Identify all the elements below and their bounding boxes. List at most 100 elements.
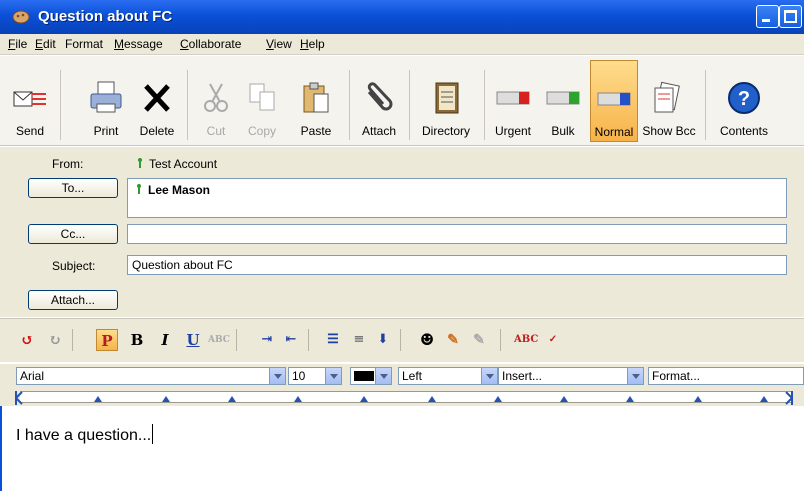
from-value: Test Account <box>137 157 217 171</box>
strikethrough-icon: ABC <box>208 335 230 345</box>
font-size-select[interactable]: 10 <box>288 367 342 385</box>
delete-button[interactable]: Delete <box>133 68 181 144</box>
format-select[interactable]: Format... <box>648 367 804 385</box>
paste-label: Paste <box>300 124 332 138</box>
window-title: Question about FC <box>38 8 173 25</box>
toolbar-separator <box>308 329 309 351</box>
menu-message[interactable]: Message <box>114 37 163 51</box>
copy-button[interactable]: Copy <box>242 68 282 144</box>
menu-collaborate[interactable]: Collaborate <box>180 37 241 51</box>
message-body-text: I have a question... <box>16 424 154 445</box>
undo-button[interactable]: ↺ <box>16 329 38 351</box>
contents-label: Contents <box>719 124 769 138</box>
bulk-button[interactable]: Bulk <box>540 68 586 144</box>
contents-button[interactable]: ? Contents <box>712 68 776 144</box>
print-label: Print <box>93 124 119 138</box>
alignment-select[interactable]: Left <box>398 367 498 385</box>
emoticon-icon: ☻ <box>419 330 435 349</box>
menu-help[interactable]: Help <box>300 37 325 51</box>
redo-button[interactable]: ↻ <box>44 329 66 351</box>
tab-stop[interactable] <box>428 396 436 402</box>
tab-stop[interactable] <box>626 396 634 402</box>
font-family-select[interactable]: Arial <box>16 367 286 385</box>
spell-check-button[interactable]: ABC <box>514 329 538 351</box>
insert-select[interactable]: Insert... <box>498 367 644 385</box>
menu-view[interactable]: View <box>266 37 292 51</box>
paragraph-style-button[interactable]: P <box>96 329 118 351</box>
copy-icon <box>249 83 275 111</box>
underline-button[interactable]: U <box>182 329 204 351</box>
print-button[interactable]: Print <box>82 68 130 144</box>
menu-format[interactable]: Format <box>65 37 103 51</box>
insert-break-button[interactable]: ⬇ <box>372 329 394 351</box>
svg-text:?: ? <box>738 88 750 110</box>
ruler[interactable] <box>0 388 804 406</box>
tab-stop[interactable] <box>228 396 236 402</box>
maximize-button[interactable] <box>779 5 802 28</box>
tab-stop[interactable] <box>294 396 302 402</box>
chevron-down-icon[interactable] <box>325 368 341 384</box>
highlight-button[interactable]: ✎ <box>442 329 464 351</box>
subject-field[interactable]: Question about FC <box>127 255 787 275</box>
indent-button[interactable]: ⇥ <box>256 329 278 351</box>
text-color-select[interactable] <box>350 367 392 385</box>
to-field[interactable]: Lee Mason <box>127 178 787 218</box>
chevron-down-icon[interactable] <box>627 368 643 384</box>
cc-field[interactable] <box>127 224 787 244</box>
urgent-flag-icon <box>496 91 530 105</box>
normal-button[interactable]: Normal <box>590 60 638 142</box>
font-family-value: Arial <box>20 369 45 383</box>
message-body-editor[interactable]: I have a question... <box>0 406 804 491</box>
menu-edit[interactable]: Edit <box>35 37 56 51</box>
person-icon <box>136 184 142 194</box>
tab-stop[interactable] <box>694 396 702 402</box>
tab-stop[interactable] <box>360 396 368 402</box>
bullet-list-button[interactable]: ☰ <box>322 329 344 351</box>
outdent-icon: ⇤ <box>285 332 297 347</box>
chevron-down-icon[interactable] <box>481 368 497 384</box>
formatting-toolbar: ↺ ↻ P B I U ABC ⇥ ⇤ ☰ ≡ ⬇ ☻ ✎ ✎ ABC ✓ <box>0 318 804 362</box>
insert-value: Insert... <box>502 369 543 383</box>
urgent-button[interactable]: Urgent <box>490 68 536 144</box>
to-recipient: Lee Mason <box>136 183 210 197</box>
menu-file[interactable]: File <box>8 37 27 51</box>
tab-stop[interactable] <box>162 396 170 402</box>
chevron-down-icon[interactable] <box>269 368 285 384</box>
numbered-list-button[interactable]: ≡ <box>348 329 370 351</box>
italic-button[interactable]: I <box>154 329 176 351</box>
menu-bar: File Edit Format Message Collaborate Vie… <box>0 34 804 55</box>
indent-icon: ⇥ <box>261 332 273 347</box>
urgent-label: Urgent <box>494 124 532 138</box>
bold-button[interactable]: B <box>126 329 148 351</box>
bullet-list-icon: ☰ <box>327 332 339 347</box>
to-button[interactable]: To... <box>28 178 118 198</box>
chevron-down-icon[interactable] <box>375 368 391 384</box>
font-size-value: 10 <box>292 369 306 383</box>
tab-stop[interactable] <box>494 396 502 402</box>
spell-check-as-you-type-button[interactable]: ✓ <box>542 329 564 351</box>
emoticon-button[interactable]: ☻ <box>416 329 438 351</box>
text-caret <box>152 424 154 444</box>
message-header: From: Test Account To... Lee Mason Cc...… <box>0 147 804 317</box>
directory-button[interactable]: Directory <box>414 68 478 144</box>
bulk-label: Bulk <box>551 124 575 138</box>
attach-files-button[interactable]: Attach... <box>28 290 118 310</box>
right-indent-marker[interactable] <box>784 390 794 406</box>
show-bcc-icon <box>654 81 680 113</box>
tab-stop[interactable] <box>94 396 102 402</box>
attach-button[interactable]: Attach <box>356 68 402 144</box>
paste-button[interactable]: Paste <box>294 68 338 144</box>
tab-stop[interactable] <box>560 396 568 402</box>
strikethrough-button[interactable]: ABC <box>208 329 230 351</box>
outdent-button[interactable]: ⇤ <box>280 329 302 351</box>
send-button[interactable]: Send <box>6 68 54 144</box>
show-bcc-button[interactable]: Show Bcc <box>640 68 698 144</box>
left-indent-marker[interactable] <box>14 390 24 406</box>
tab-stop[interactable] <box>760 396 768 402</box>
paste-icon <box>303 82 329 113</box>
person-icon <box>137 158 143 168</box>
cc-button[interactable]: Cc... <box>28 224 118 244</box>
cut-button[interactable]: Cut <box>196 68 236 144</box>
minimize-button[interactable] <box>756 5 779 28</box>
clear-format-button[interactable]: ✎ <box>468 329 490 351</box>
